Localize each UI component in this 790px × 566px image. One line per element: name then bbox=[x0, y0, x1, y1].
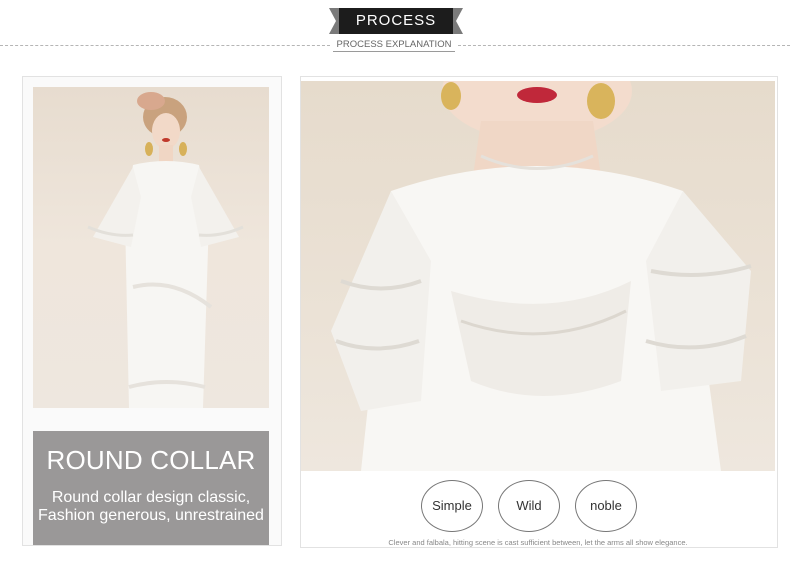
tag-simple: Simple bbox=[421, 480, 483, 532]
header-divider-right bbox=[458, 45, 790, 46]
tag-wild: Wild bbox=[498, 480, 560, 532]
feature-title: ROUND COLLAR bbox=[46, 445, 256, 475]
feature-description-line-2: Fashion generous, unrestrained bbox=[38, 507, 264, 524]
tag-noble: noble bbox=[575, 480, 637, 532]
feature-description-line-1: Round collar design classic, bbox=[51, 489, 251, 506]
footnote: Clever and falbala, hitting scene is cas… bbox=[388, 538, 688, 547]
header-subtitle: PROCESS EXPLANATION bbox=[330, 39, 458, 50]
subtitle-underline bbox=[333, 51, 455, 52]
header-title: PROCESS bbox=[355, 12, 437, 29]
collar-detail-photo bbox=[301, 81, 775, 471]
model-full-photo bbox=[33, 87, 269, 408]
header-divider-left bbox=[0, 45, 330, 46]
header-banner: PROCESS bbox=[329, 8, 463, 34]
